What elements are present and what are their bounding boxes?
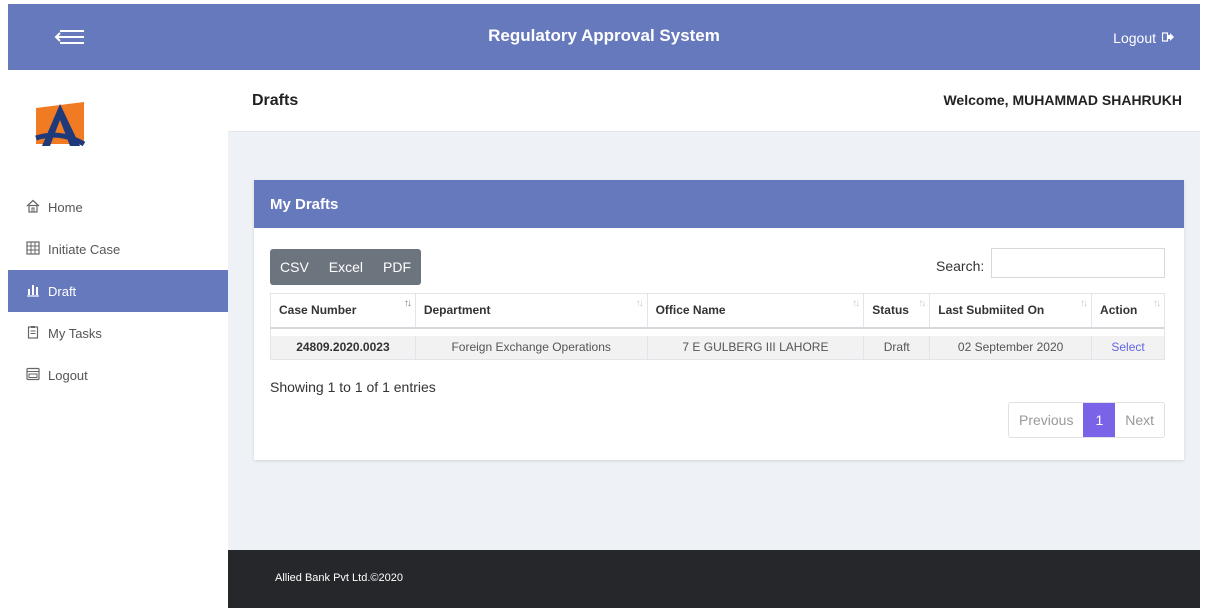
my-drafts-card: My Drafts CSV Excel PDF Search: Case Num… — [254, 180, 1184, 460]
spacer-cell — [270, 327, 1165, 336]
office-name-cell: 7 E GULBERG III LAHORE — [646, 335, 865, 360]
sort-icon: ↑↓ — [852, 298, 860, 309]
sidebar-item-home[interactable]: Home — [8, 186, 228, 228]
window-icon — [26, 367, 40, 384]
pdf-export-button[interactable]: PDF — [373, 249, 421, 285]
action-cell: Select — [1091, 335, 1165, 360]
page-title: Drafts — [252, 92, 299, 109]
table-spacer-row — [270, 327, 1165, 336]
grid-icon — [26, 240, 40, 258]
sort-asc-icon: ↑↓ — [403, 298, 412, 309]
column-header-action[interactable]: Action ↑↓ — [1091, 293, 1165, 329]
next-page-button[interactable]: Next — [1115, 403, 1164, 437]
table-info: Showing 1 to 1 of 1 entries — [270, 379, 436, 395]
sidebar-item-label: Initiate Case — [48, 241, 121, 257]
drafts-table: Case Number ↑↓ Department ↑↓ Office Name ↑↓… — [270, 293, 1165, 360]
pagination: Previous 1 Next — [1008, 402, 1166, 438]
column-label: Department — [423, 303, 491, 318]
column-header-office-name[interactable]: Office Name ↑↓ — [646, 293, 865, 329]
last-submitted-cell: 02 September 2020 — [929, 335, 1093, 360]
main-content: Drafts Welcome, MUHAMMAD SHAHRUKH My Dra… — [228, 70, 1200, 550]
logout-label: Logout — [1113, 30, 1156, 46]
logout-link[interactable]: Logout — [1113, 30, 1174, 46]
case-number-cell: 24809.2020.0023 — [270, 335, 416, 360]
sort-icon: ↑↓ — [635, 298, 644, 309]
sidebar-item-label: Logout — [48, 367, 88, 383]
excel-export-button[interactable]: Excel — [319, 249, 373, 285]
table-header-row: Case Number ↑↓ Department ↑↓ Office Name ↑↓… — [270, 293, 1165, 329]
column-label: Status — [872, 303, 909, 318]
sidebar-item-my-tasks[interactable]: My Tasks — [8, 312, 228, 354]
column-header-last-submitted[interactable]: Last Submiited On ↑↓ — [929, 293, 1093, 329]
column-header-department[interactable]: Department ↑↓ — [414, 293, 648, 329]
column-label: Last Submiited On — [938, 303, 1045, 318]
app-title: Regulatory Approval System — [488, 26, 720, 45]
top-navbar: Regulatory Approval System Logout — [8, 4, 1200, 70]
sidebar-nav: Home Initiate Case Draft My Tasks Logout — [8, 186, 228, 396]
column-label: Office Name — [655, 303, 726, 318]
page-1-button[interactable]: 1 — [1083, 403, 1116, 437]
page-header: Drafts Welcome, MUHAMMAD SHAHRUKH — [228, 70, 1200, 132]
card-title: My Drafts — [254, 180, 1184, 228]
footer: Allied Bank Pvt Ltd.©2020 — [228, 550, 1200, 608]
sign-out-icon — [1161, 30, 1174, 46]
bar-chart-icon — [26, 283, 40, 300]
footer-copyright: Allied Bank Pvt Ltd.©2020 — [275, 572, 403, 584]
table-row: 24809.2020.0023 Foreign Exchange Operati… — [270, 335, 1165, 360]
sort-icon: ↑↓ — [918, 298, 926, 309]
welcome-message: Welcome, MUHAMMAD SHAHRUKH — [943, 92, 1182, 108]
column-header-status[interactable]: Status ↑↓ — [863, 293, 931, 329]
bank-logo — [34, 100, 86, 148]
sidebar-item-draft[interactable]: Draft — [8, 270, 228, 312]
csv-export-button[interactable]: CSV — [270, 249, 319, 285]
sort-icon: ↑↓ — [1080, 298, 1088, 309]
status-cell: Draft — [863, 335, 931, 360]
search-label: Search: — [936, 258, 985, 274]
sort-icon: ↑↓ — [1153, 298, 1161, 309]
previous-page-button[interactable]: Previous — [1009, 403, 1083, 437]
column-label: Action — [1100, 303, 1138, 318]
department-cell: Foreign Exchange Operations — [414, 335, 648, 360]
sidebar: Home Initiate Case Draft My Tasks Logout — [8, 70, 228, 608]
sidebar-item-logout[interactable]: Logout — [8, 354, 228, 396]
home-icon — [26, 199, 40, 216]
column-label: Case Number — [279, 303, 357, 318]
sidebar-item-initiate-case[interactable]: Initiate Case — [8, 228, 228, 270]
sidebar-item-label: My Tasks — [48, 325, 102, 341]
sidebar-item-label: Draft — [48, 283, 77, 299]
clipboard-icon — [26, 325, 40, 342]
export-button-group: CSV Excel PDF — [270, 249, 422, 285]
search-input[interactable] — [991, 248, 1165, 278]
column-header-case-number[interactable]: Case Number ↑↓ — [270, 293, 416, 329]
sidebar-item-label: Home — [48, 199, 83, 215]
select-link[interactable]: Select — [1111, 340, 1144, 354]
